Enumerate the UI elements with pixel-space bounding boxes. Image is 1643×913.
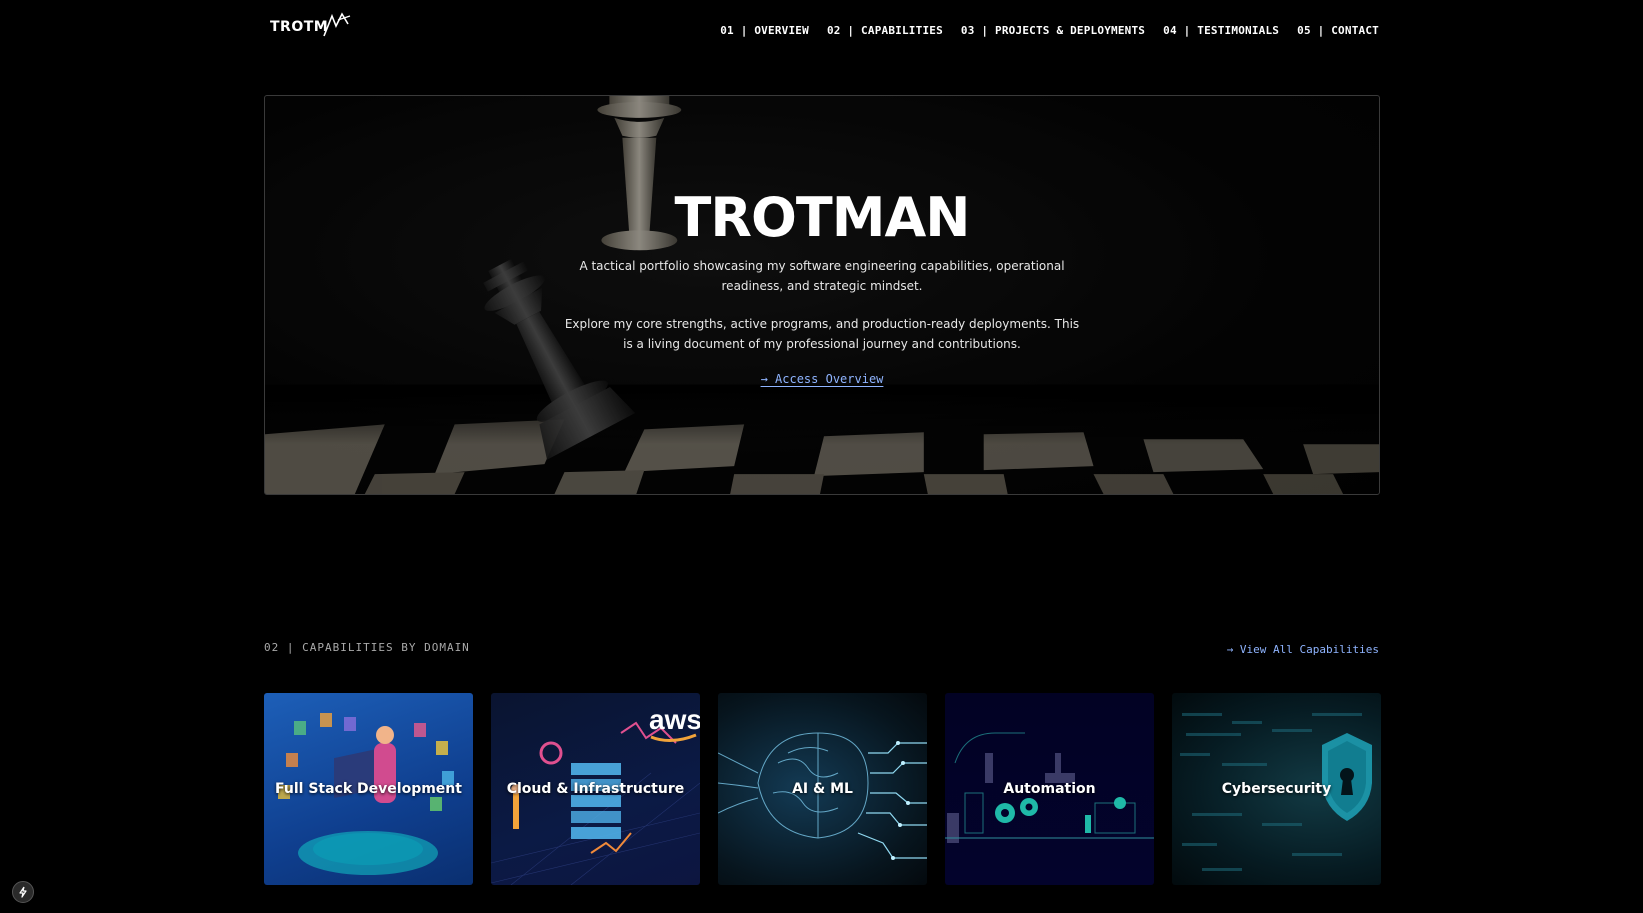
nav-projects[interactable]: 03 | PROJECTS & DEPLOYMENTS bbox=[961, 24, 1145, 37]
card-label: Cloud & Infrastructure bbox=[506, 781, 685, 797]
logo-mark-icon bbox=[323, 12, 351, 37]
nav-overview[interactable]: 01 | OVERVIEW bbox=[720, 24, 809, 37]
capability-card-automation[interactable]: Automation bbox=[945, 693, 1154, 885]
hero-content: TROTMAN A tactical portfolio showcasing … bbox=[265, 188, 1379, 388]
card-label: Automation bbox=[1003, 781, 1096, 797]
card-label: Full Stack Development bbox=[275, 781, 462, 797]
nav-testimonials[interactable]: 04 | TESTIMONIALS bbox=[1163, 24, 1279, 37]
capability-card-full-stack[interactable]: Full Stack Development bbox=[264, 693, 473, 885]
nav-contact[interactable]: 05 | CONTACT bbox=[1297, 24, 1379, 37]
logo-text: TROTM bbox=[270, 19, 329, 35]
lightning-icon bbox=[19, 886, 27, 898]
dev-tools-badge[interactable] bbox=[12, 881, 34, 903]
capabilities-cards: Full Stack Development aws Cloud & Infra… bbox=[264, 693, 1381, 885]
capability-card-ai-ml[interactable]: AI & ML bbox=[718, 693, 927, 885]
hero-title: TROTMAN bbox=[674, 186, 971, 249]
site-logo[interactable]: TROTM bbox=[270, 12, 352, 38]
hero-panel: TROTMAN A tactical portfolio showcasing … bbox=[264, 95, 1380, 495]
view-all-capabilities-link[interactable]: → View All Capabilities bbox=[1227, 643, 1379, 656]
aws-logo: aws bbox=[649, 704, 700, 735]
hero-intro: A tactical portfolio showcasing my softw… bbox=[579, 259, 1065, 293]
capability-card-cybersecurity[interactable]: Cybersecurity bbox=[1172, 693, 1381, 885]
hero-description: Explore my core strengths, active progra… bbox=[564, 317, 1080, 351]
card-label: AI & ML bbox=[792, 781, 853, 797]
capabilities-section-label: 02 | CAPABILITIES BY DOMAIN bbox=[264, 641, 470, 654]
access-overview-link[interactable]: → Access Overview bbox=[761, 372, 884, 386]
nav-capabilities[interactable]: 02 | CAPABILITIES bbox=[827, 24, 943, 37]
card-label: Cybersecurity bbox=[1221, 781, 1332, 797]
capability-card-cloud[interactable]: aws Cloud & Infrastructure bbox=[491, 693, 700, 885]
main-nav: 01 | OVERVIEW 02 | CAPABILITIES 03 | PRO… bbox=[720, 24, 1379, 37]
